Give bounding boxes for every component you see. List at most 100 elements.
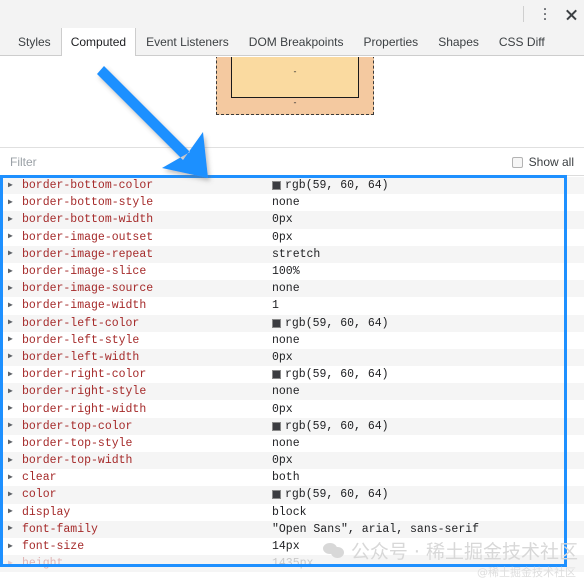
tab-dom-breakpoints[interactable]: DOM Breakpoints bbox=[239, 28, 354, 55]
expand-triangle-icon[interactable]: ▶ bbox=[8, 353, 22, 361]
property-name[interactable]: border-image-width bbox=[22, 299, 146, 312]
property-value-cell[interactable]: stretch bbox=[272, 246, 320, 263]
expand-triangle-icon[interactable]: ▶ bbox=[8, 301, 22, 310]
property-row[interactable]: ▶ border-image-slice 100% bbox=[0, 262, 584, 281]
property-value-cell[interactable]: 1 bbox=[272, 297, 279, 314]
property-value-cell[interactable]: 0px bbox=[272, 229, 293, 246]
tab-styles[interactable]: Styles bbox=[8, 28, 61, 55]
expand-triangle-icon[interactable]: ▶ bbox=[8, 215, 22, 224]
expand-triangle-icon[interactable]: ▶ bbox=[8, 370, 22, 379]
color-swatch-icon[interactable] bbox=[272, 421, 281, 431]
tab-event-listeners[interactable]: Event Listeners bbox=[136, 28, 239, 55]
show-all-checkbox[interactable] bbox=[511, 156, 523, 168]
box-model-margin-value[interactable]: - bbox=[294, 98, 297, 108]
box-model-border[interactable]: - - bbox=[231, 57, 359, 98]
expand-triangle-icon[interactable]: ▶ bbox=[8, 525, 22, 533]
expand-triangle-icon[interactable]: ▶ bbox=[8, 490, 22, 499]
property-row[interactable]: ▶ display block bbox=[0, 503, 584, 521]
expand-triangle-icon[interactable]: ▶ bbox=[8, 456, 22, 465]
property-name[interactable]: border-right-style bbox=[22, 385, 146, 398]
property-row[interactable]: ▶ border-left-color rgb(59, 60, 64) bbox=[0, 314, 584, 332]
property-row[interactable]: ▶ border-right-style none bbox=[0, 383, 584, 401]
more-options-button[interactable] bbox=[532, 1, 558, 27]
close-button[interactable] bbox=[558, 1, 584, 27]
property-name[interactable]: clear bbox=[22, 471, 57, 484]
box-model-margin[interactable]: - - - bbox=[216, 57, 374, 115]
expand-triangle-icon[interactable]: ▶ bbox=[8, 439, 22, 447]
property-value-cell[interactable]: rgb(59, 60, 64) bbox=[272, 366, 389, 383]
property-value-cell[interactable]: 14px bbox=[272, 538, 300, 555]
expand-triangle-icon[interactable]: ▶ bbox=[8, 559, 22, 568]
property-value-cell[interactable]: none bbox=[272, 194, 300, 211]
expand-triangle-icon[interactable]: ▶ bbox=[8, 181, 22, 190]
property-value-cell[interactable]: both bbox=[272, 469, 300, 486]
property-name[interactable]: border-left-color bbox=[22, 317, 139, 330]
property-name[interactable]: border-image-outset bbox=[22, 231, 153, 244]
expand-triangle-icon[interactable]: ▶ bbox=[8, 542, 22, 551]
color-swatch-icon[interactable] bbox=[272, 318, 281, 328]
property-row[interactable]: ▶ border-left-style none bbox=[0, 331, 584, 349]
property-row[interactable]: ▶ border-right-width 0px bbox=[0, 400, 584, 418]
expand-triangle-icon[interactable]: ▶ bbox=[8, 508, 22, 516]
property-row[interactable]: ▶ color rgb(59, 60, 64) bbox=[0, 486, 584, 504]
property-name[interactable]: border-left-style bbox=[22, 334, 139, 347]
property-value-cell[interactable]: 100% bbox=[272, 263, 300, 280]
property-name[interactable]: border-bottom-style bbox=[22, 196, 153, 209]
property-value-cell[interactable]: none bbox=[272, 280, 300, 297]
expand-triangle-icon[interactable]: ▶ bbox=[8, 233, 22, 241]
property-value-cell[interactable]: 0px bbox=[272, 349, 293, 366]
property-name[interactable]: height bbox=[22, 557, 63, 570]
property-value-cell[interactable]: 0px bbox=[272, 452, 293, 469]
tab-css-diff[interactable]: CSS Diff bbox=[489, 28, 555, 55]
property-row[interactable]: ▶ border-image-repeat stretch bbox=[0, 245, 584, 263]
property-value-cell[interactable]: none bbox=[272, 383, 300, 400]
property-row[interactable]: ▶ font-family "Open Sans", arial, sans-ser… bbox=[0, 520, 584, 538]
property-name[interactable]: border-image-source bbox=[22, 282, 153, 295]
property-row[interactable]: ▶ clear both bbox=[0, 469, 584, 487]
property-name[interactable]: border-right-width bbox=[22, 403, 146, 416]
property-name[interactable]: border-top-style bbox=[22, 437, 132, 450]
expand-triangle-icon[interactable]: ▶ bbox=[8, 284, 22, 293]
property-value-cell[interactable]: block bbox=[272, 504, 307, 521]
property-name[interactable]: border-image-repeat bbox=[22, 248, 153, 261]
property-value-cell[interactable]: rgb(59, 60, 64) bbox=[272, 418, 389, 435]
property-value-cell[interactable]: rgb(59, 60, 64) bbox=[272, 486, 389, 503]
property-value-cell[interactable]: 1435px bbox=[272, 555, 313, 572]
expand-triangle-icon[interactable]: ▶ bbox=[8, 319, 22, 327]
property-row[interactable]: ▶ border-top-color rgb(59, 60, 64) bbox=[0, 417, 584, 435]
expand-triangle-icon[interactable]: ▶ bbox=[8, 250, 22, 258]
color-swatch-icon[interactable] bbox=[272, 490, 281, 500]
expand-triangle-icon[interactable]: ▶ bbox=[8, 336, 22, 344]
property-name[interactable]: border-image-slice bbox=[22, 265, 146, 278]
expand-triangle-icon[interactable]: ▶ bbox=[8, 422, 22, 430]
property-name[interactable]: border-top-width bbox=[22, 454, 132, 467]
property-row[interactable]: ▶ border-image-outset 0px bbox=[0, 228, 584, 246]
show-all-toggle[interactable]: Show all bbox=[511, 148, 574, 176]
expand-triangle-icon[interactable]: ▶ bbox=[8, 405, 22, 413]
property-row[interactable]: ▶ border-top-width 0px bbox=[0, 452, 584, 470]
property-row[interactable]: ▶ border-bottom-width 0px bbox=[0, 211, 584, 229]
property-row[interactable]: ▶ border-image-source none bbox=[0, 280, 584, 298]
property-row[interactable]: ▶ font-size 14px bbox=[0, 537, 584, 556]
property-value-cell[interactable]: none bbox=[272, 435, 300, 452]
box-model-padding-value[interactable]: - bbox=[294, 67, 297, 77]
property-name[interactable]: color bbox=[22, 488, 57, 501]
color-swatch-icon[interactable] bbox=[272, 370, 281, 380]
property-row[interactable]: ▶ border-bottom-style none bbox=[0, 194, 584, 212]
property-name[interactable]: font-size bbox=[22, 540, 84, 553]
property-name[interactable]: border-bottom-width bbox=[22, 213, 153, 226]
property-value-cell[interactable]: none bbox=[272, 332, 300, 349]
property-row[interactable]: ▶ border-image-width 1 bbox=[0, 297, 584, 315]
property-row[interactable]: ▶ border-bottom-color rgb(59, 60, 64) bbox=[0, 177, 584, 195]
property-row[interactable]: ▶ border-left-width 0px bbox=[0, 348, 584, 367]
expand-triangle-icon[interactable]: ▶ bbox=[8, 267, 22, 276]
property-name[interactable]: border-top-color bbox=[22, 420, 132, 433]
property-name[interactable]: border-left-width bbox=[22, 351, 139, 364]
property-name[interactable]: border-bottom-color bbox=[22, 179, 153, 192]
tab-shapes[interactable]: Shapes bbox=[428, 28, 489, 55]
property-name[interactable]: font-family bbox=[22, 523, 98, 536]
property-name[interactable]: display bbox=[22, 506, 70, 519]
tab-computed[interactable]: Computed bbox=[60, 28, 137, 56]
expand-triangle-icon[interactable]: ▶ bbox=[8, 387, 22, 396]
color-swatch-icon[interactable] bbox=[272, 181, 281, 191]
